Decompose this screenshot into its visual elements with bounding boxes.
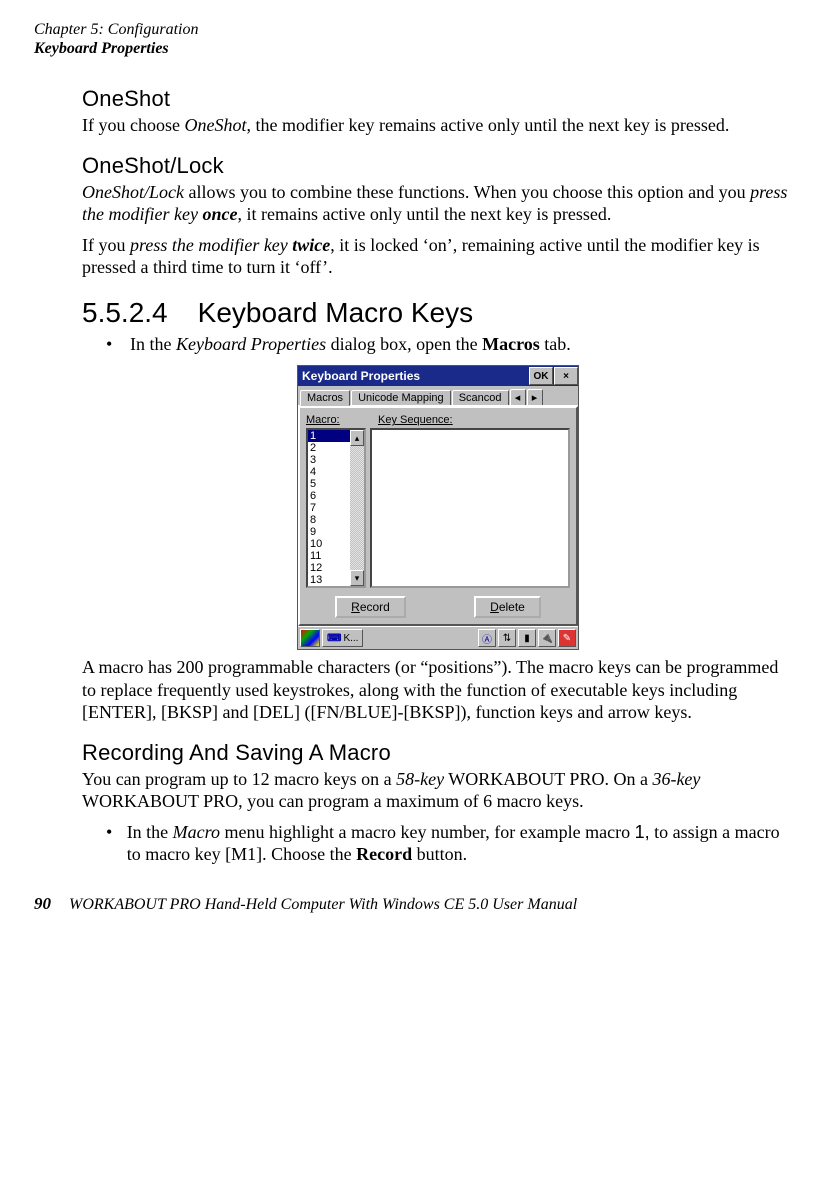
scroll-up-icon[interactable]: ▴ — [350, 430, 364, 446]
label-macro: Macro: — [306, 414, 368, 426]
para-oslock-2: If you press the modifier key twice, it … — [82, 234, 794, 279]
heading-5524: 5.5.2.4 Keyboard Macro Keys — [82, 297, 794, 329]
para-oslock-1: OneShot/Lock allows you to combine these… — [82, 181, 794, 226]
start-icon[interactable] — [300, 629, 320, 647]
tray-keyboard-icon[interactable]: Ⓐ — [478, 629, 496, 647]
tab-macros[interactable]: Macros — [300, 390, 350, 406]
tab-unicode[interactable]: Unicode Mapping — [351, 390, 451, 405]
tab-scroll-left[interactable]: ◂ — [510, 389, 526, 405]
para-macro-desc: A macro has 200 programmable characters … — [82, 656, 794, 724]
para-oneshot: If you choose OneShot, the modifier key … — [82, 114, 794, 137]
key-sequence-textarea[interactable] — [370, 428, 570, 588]
tray-network-icon[interactable]: ⇅ — [498, 629, 516, 647]
tab-scroll-right[interactable]: ▸ — [527, 389, 543, 405]
macro-listbox[interactable]: 1 2 3 4 5 6 7 8 9 10 11 12 13 — [306, 428, 366, 588]
record-button[interactable]: Record — [335, 596, 406, 618]
heading-recording: Recording And Saving A Macro — [82, 740, 794, 766]
scroll-down-icon[interactable]: ▾ — [350, 570, 364, 586]
heading-oneshot-lock: OneShot/Lock — [82, 153, 794, 179]
heading-oneshot: OneShot — [82, 86, 794, 112]
page-footer: 90 WORKABOUT PRO Hand-Held Computer With… — [34, 894, 794, 914]
ok-button[interactable]: OK — [529, 367, 553, 385]
para-rec: You can program up to 12 macro keys on a… — [82, 768, 794, 813]
dialog-title: Keyboard Properties — [302, 369, 420, 383]
tab-scancode[interactable]: Scancod — [452, 390, 509, 405]
taskbar-app[interactable]: ⌨K... — [322, 629, 363, 647]
dialog-panel: Macro: Key Sequence: 1 2 3 4 5 6 7 8 — [298, 406, 578, 626]
taskbar: ⌨K... Ⓐ ⇅ ▮ 🔌 ✎ — [298, 626, 578, 649]
footer-title: WORKABOUT PRO Hand-Held Computer With Wi… — [69, 896, 577, 914]
label-key-sequence: Key Sequence: — [378, 414, 453, 426]
bullet-record-macro: • In the Macro menu highlight a macro ke… — [106, 821, 794, 866]
tray-pen-icon[interactable]: ✎ — [558, 629, 576, 647]
heading-number: 5.5.2.4 — [82, 297, 168, 329]
bullet-dot: • — [106, 333, 116, 356]
delete-button[interactable]: Delete — [474, 596, 541, 618]
heading-title: Keyboard Macro Keys — [198, 297, 473, 329]
tab-row: Macros Unicode Mapping Scancod ◂ ▸ — [298, 386, 578, 406]
tray-battery-icon[interactable]: ▮ — [518, 629, 536, 647]
listbox-scrollbar[interactable]: ▴ ▾ — [350, 430, 364, 586]
chapter-label: Chapter 5: Configuration — [34, 20, 794, 39]
dialog-titlebar: Keyboard Properties OK × — [298, 366, 578, 386]
tray-plug-icon[interactable]: 🔌 — [538, 629, 556, 647]
section-label: Keyboard Properties — [34, 39, 794, 58]
bullet-dot: • — [106, 821, 113, 866]
bullet-open-macros: • In the Keyboard Properties dialog box,… — [106, 333, 794, 356]
running-header: Chapter 5: Configuration Keyboard Proper… — [34, 20, 794, 58]
page-number: 90 — [34, 894, 51, 914]
keyboard-properties-dialog: Keyboard Properties OK × Macros Unicode … — [297, 365, 579, 650]
close-button[interactable]: × — [554, 367, 578, 385]
